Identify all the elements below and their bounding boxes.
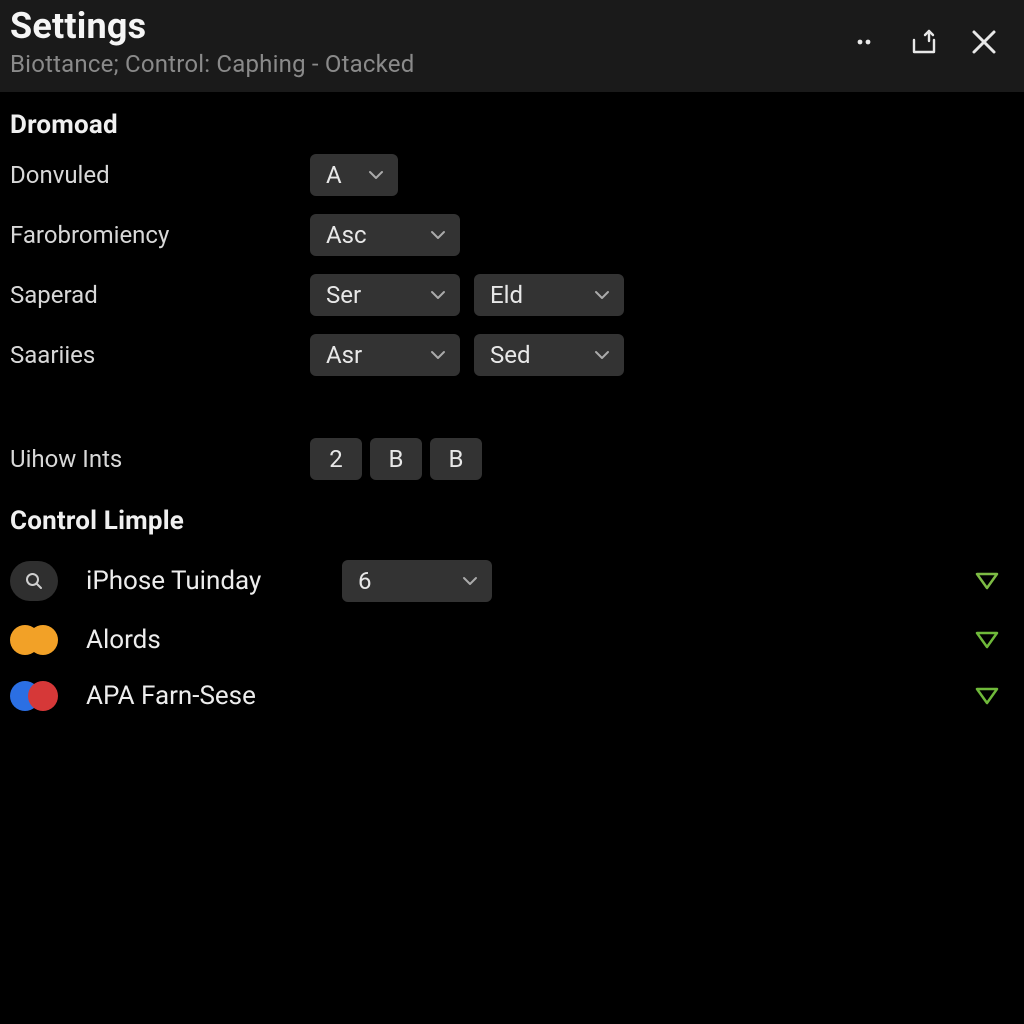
saariies-select-1-value: Asr [326,341,362,369]
saperad-select-2-value: Eld [490,281,523,309]
uihow-pill-2[interactable]: B [430,438,482,480]
uihow-pill-1[interactable]: B [370,438,422,480]
apa-color-icon [10,678,58,714]
chevron-down-icon [368,170,384,180]
donvuled-select[interactable]: A [310,154,398,196]
farobromiency-select-value: Asc [326,221,367,249]
chevron-down-icon [430,290,446,300]
saperad-select-1-value: Ser [326,281,361,309]
chevron-down-icon [594,290,610,300]
color-dot [28,681,58,711]
saariies-select-2[interactable]: Sed [474,334,624,376]
chevron-down-icon [430,230,446,240]
donvuled-label: Donvuled [10,161,310,189]
page-subtitle: Biottance; Control: Caphing - Otacked [10,50,414,78]
uihow-pill-0[interactable]: 2 [310,438,362,480]
saperad-select-1[interactable]: Ser [310,274,460,316]
chevron-down-icon [462,576,478,586]
limple-row-alords: Alords [10,612,1014,668]
limple-row-apa: APA Farn-Sese [10,668,1014,724]
header-bar: Settings Biottance; Control: Caphing - O… [0,0,1024,92]
header-left: Settings Biottance; Control: Caphing - O… [10,8,414,78]
chevron-down-icon [430,350,446,360]
search-icon[interactable] [10,561,58,601]
row-uihow-ints: Uihow Ints 2 B B [10,438,1014,480]
alords-color-icon [10,622,58,658]
farobromiency-label: Farobromiency [10,221,310,249]
row-farobromiency: Farobromiency Asc [10,214,1014,256]
uihow-ints-label: Uihow Ints [10,445,310,473]
expand-triangle-icon[interactable] [974,571,1000,591]
page-title: Settings [10,8,414,46]
saariies-label: Saariies [10,341,310,369]
content: Dromoad Donvuled A Farobromiency Asc Sap… [0,92,1024,724]
row-saariies: Saariies Asr Sed [10,334,1014,376]
saariies-select-2-value: Sed [490,341,531,369]
expand-triangle-icon[interactable] [974,630,1000,650]
limple-row-iphose: iPhose Tuinday 6 [10,550,1014,612]
header-actions [848,8,1008,58]
saperad-label: Saperad [10,281,310,309]
alords-label: Alords [86,625,161,655]
saperad-select-2[interactable]: Eld [474,274,624,316]
row-saperad: Saperad Ser Eld [10,274,1014,316]
iphose-label: iPhose Tuinday [86,566,320,596]
section-control-limple-title: Control Limple [10,506,1014,536]
close-icon[interactable] [968,26,1000,58]
apa-label: APA Farn-Sese [86,681,256,711]
expand-triangle-icon[interactable] [974,686,1000,706]
iphose-select-value: 6 [358,567,372,595]
iphose-select[interactable]: 6 [342,560,492,602]
export-icon[interactable] [908,26,940,58]
more-icon[interactable] [848,26,880,58]
donvuled-select-value: A [326,161,342,189]
saariies-select-1[interactable]: Asr [310,334,460,376]
section-dromoad-title: Dromoad [10,110,1014,140]
chevron-down-icon [594,350,610,360]
row-donvuled: Donvuled A [10,154,1014,196]
farobromiency-select[interactable]: Asc [310,214,460,256]
color-dot [28,625,58,655]
